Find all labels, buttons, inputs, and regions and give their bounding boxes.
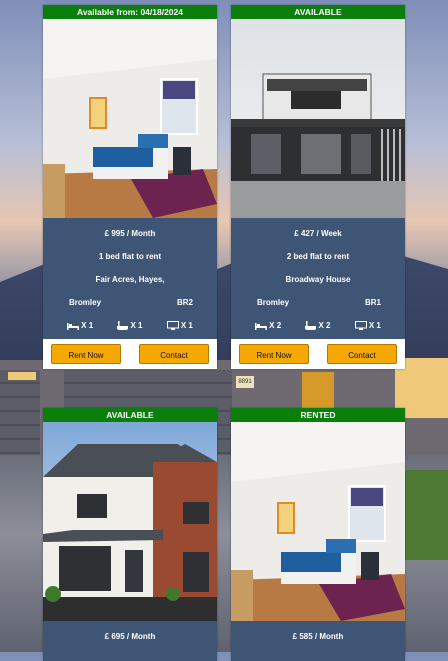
reception-tv-icon [166, 321, 179, 330]
property-photo[interactable] [231, 19, 405, 218]
bath-icon [305, 321, 317, 330]
property-card: AVAILABLE £ 427 / Week 2 bed flat to ren… [231, 5, 405, 369]
bath-icon [117, 321, 129, 330]
property-info-panel: £ 695 / Month [43, 621, 217, 661]
property-address: Broadway House [285, 275, 351, 284]
property-features: X 2 X 2 X 1 [231, 315, 405, 339]
receptions-count: X 1 [180, 321, 193, 330]
beds-feature: X 1 [67, 321, 93, 330]
house-number-plate: 8891 [236, 376, 254, 388]
property-title: 1 bed flat to rent [98, 252, 162, 261]
property-title: 2 bed flat to rent [286, 252, 350, 261]
rent-now-button[interactable]: Rent Now [239, 344, 309, 364]
status-badge: Available from: 04/18/2024 [43, 5, 217, 19]
background-lawn [405, 470, 448, 560]
bed-icon [255, 322, 268, 330]
status-badge: RENTED [231, 408, 405, 422]
property-info-panel: £ 427 / Week 2 bed flat to rent Broadway… [231, 218, 405, 339]
property-features: X 1 X 1 X 1 [43, 315, 217, 339]
property-address: Fair Acres, Hayes, [95, 275, 165, 284]
property-info-panel: £ 995 / Month 1 bed flat to rent Fair Ac… [43, 218, 217, 339]
property-photo[interactable] [43, 19, 217, 218]
beds-feature: X 2 [255, 321, 281, 330]
baths-count: X 2 [318, 321, 331, 330]
background-window [8, 372, 36, 380]
beds-count: X 2 [269, 321, 282, 330]
baths-feature: X 1 [117, 321, 143, 330]
property-price: £ 585 / Month [292, 632, 344, 641]
property-card: Available from: 04/18/2024 £ 995 / Month… [43, 5, 217, 369]
baths-count: X 1 [130, 321, 143, 330]
status-badge: AVAILABLE [43, 408, 217, 422]
property-postcode: BR2 [176, 298, 193, 307]
receptions-count: X 1 [368, 321, 381, 330]
property-card: AVAILABLE £ 695 / Month [43, 408, 217, 661]
property-town: Bromley [257, 298, 290, 307]
property-price: £ 995 / Month [104, 229, 156, 238]
receptions-feature: X 1 [354, 321, 381, 330]
property-town: Bromley [69, 298, 102, 307]
status-badge: AVAILABLE [231, 5, 405, 19]
contact-button[interactable]: Contact [139, 344, 209, 364]
property-price: £ 427 / Week [294, 229, 342, 238]
bed-icon [67, 322, 80, 330]
property-price: £ 695 / Month [104, 632, 156, 641]
rent-now-button[interactable]: Rent Now [51, 344, 121, 364]
reception-tv-icon [354, 321, 367, 330]
background-garage-door [0, 370, 40, 455]
beds-count: X 1 [81, 321, 94, 330]
contact-button[interactable]: Contact [327, 344, 397, 364]
property-info-panel: £ 585 / Month [231, 621, 405, 661]
receptions-feature: X 1 [166, 321, 193, 330]
property-postcode: BR1 [364, 298, 381, 307]
property-photo[interactable] [231, 422, 405, 621]
baths-feature: X 2 [305, 321, 331, 330]
property-photo[interactable] [43, 422, 217, 621]
property-card: RENTED £ 585 / Month [231, 408, 405, 661]
